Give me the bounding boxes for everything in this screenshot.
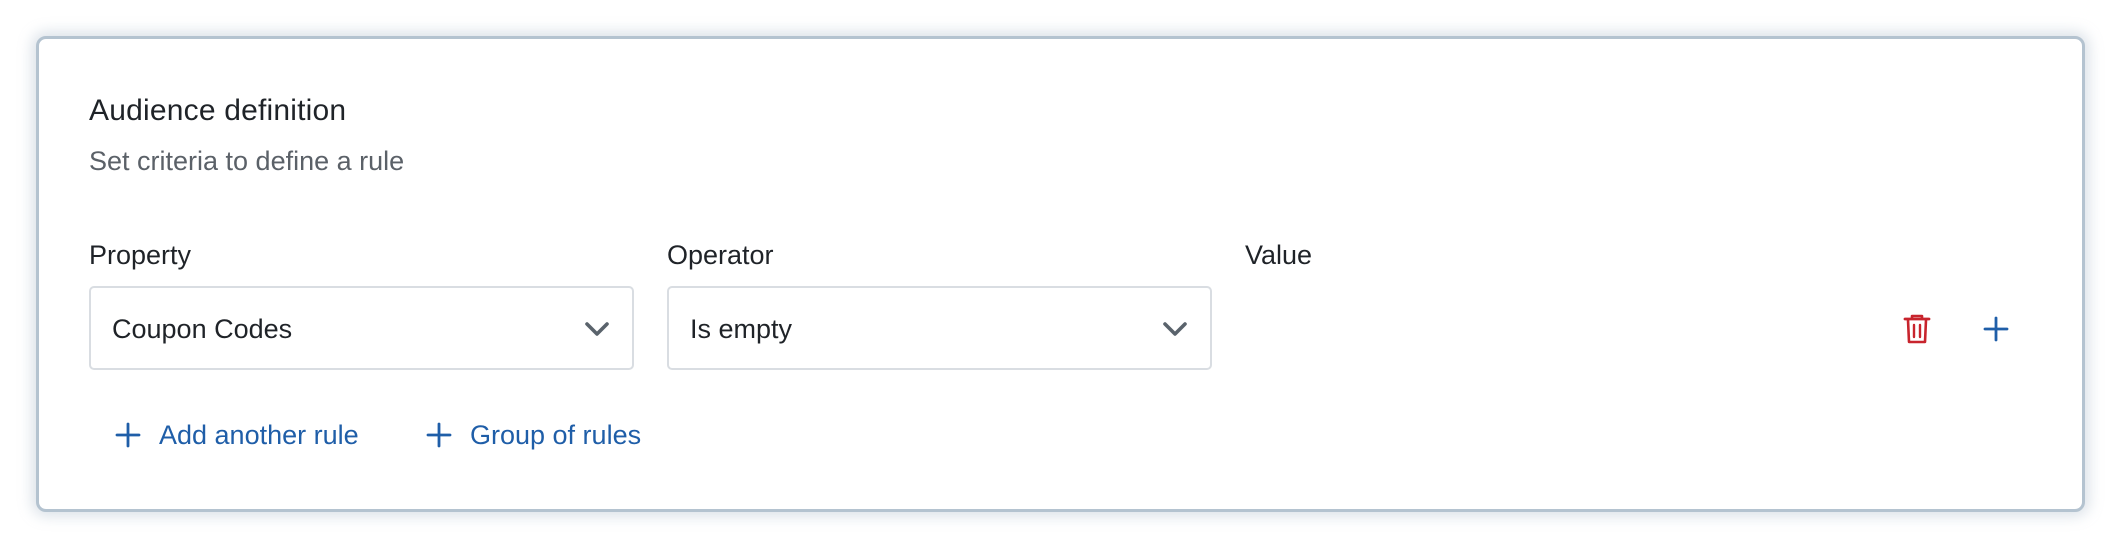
group-of-rules-button[interactable]: Group of rules — [426, 415, 641, 455]
audience-definition-card: Audience definition Set criteria to defi… — [36, 36, 2085, 512]
add-another-rule-label: Add another rule — [159, 419, 359, 450]
property-select-value: Coupon Codes — [112, 314, 293, 344]
add-another-rule-button[interactable]: Add another rule — [115, 415, 359, 455]
delete-rule-button[interactable] — [1897, 309, 1937, 349]
property-label: Property — [89, 240, 192, 270]
page: Audience definition Set criteria to defi… — [0, 0, 2122, 548]
group-of-rules-label: Group of rules — [470, 419, 642, 450]
add-rule-inline-button[interactable] — [1976, 309, 2016, 349]
card-subtitle: Set criteria to define a rule — [89, 146, 405, 176]
chevron-down-icon — [585, 322, 609, 336]
card-title: Audience definition — [89, 94, 347, 127]
property-select[interactable]: Coupon Codes — [89, 286, 634, 370]
operator-select-value: Is empty — [690, 314, 793, 344]
operator-label: Operator — [667, 240, 774, 270]
value-label: Value — [1245, 240, 1313, 270]
chevron-down-icon — [1163, 322, 1187, 336]
operator-select[interactable]: Is empty — [667, 286, 1212, 370]
trash-icon — [1903, 314, 1931, 344]
plus-icon — [1983, 316, 2009, 342]
plus-icon — [115, 422, 141, 448]
plus-icon — [426, 422, 452, 448]
